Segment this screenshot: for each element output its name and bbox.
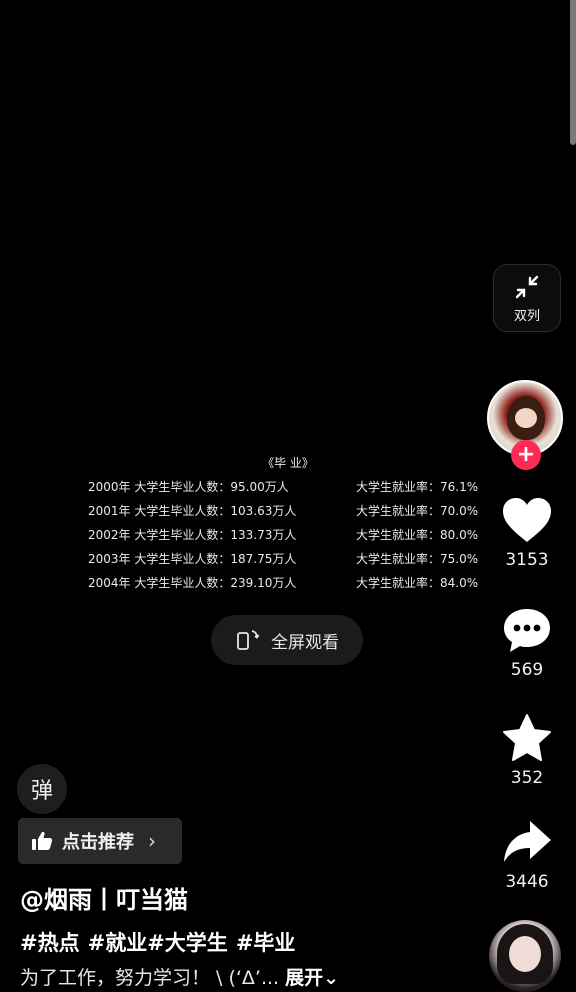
comment-count: 569 bbox=[510, 660, 544, 680]
comment-icon bbox=[504, 609, 550, 652]
danmu-label: 弹 bbox=[30, 779, 53, 804]
graduates-text: 2004年 大学生毕业人数：239.10万人 bbox=[88, 576, 297, 590]
heart-icon bbox=[503, 498, 551, 542]
share-count: 3446 bbox=[505, 872, 549, 892]
video-row: 2000年 大学生毕业人数：95.00万人 大学生就业率：76.1% bbox=[88, 478, 498, 498]
expand-button[interactable]: 展开⌄ bbox=[285, 967, 339, 989]
video-row: 2002年 大学生毕业人数：133.73万人 大学生就业率：80.0% bbox=[88, 526, 498, 546]
like-button[interactable]: 3153 bbox=[496, 494, 558, 570]
share-arrow-icon bbox=[504, 821, 551, 862]
author-name[interactable]: @烟雨丨叮当猫 bbox=[20, 880, 188, 915]
comment-button[interactable]: 569 bbox=[496, 604, 558, 680]
hashtags: #热点 #就业#大学生 #毕业 bbox=[20, 927, 303, 957]
like-count: 3153 bbox=[505, 550, 549, 570]
hashtag[interactable]: #就业#大学生 bbox=[88, 931, 228, 955]
employment-text: 大学生就业率：80.0% bbox=[356, 528, 479, 542]
fullscreen-button[interactable]: 全屏观看 bbox=[211, 615, 363, 665]
dual-column-label: 双列 bbox=[513, 308, 540, 324]
recommend-button[interactable]: 点击推荐 › bbox=[18, 818, 182, 864]
employment-text: 大学生就业率：84.0% bbox=[356, 576, 479, 590]
graduates-text: 2001年 大学生毕业人数：103.63万人 bbox=[88, 504, 297, 518]
share-button[interactable]: 3446 bbox=[496, 816, 558, 892]
graduates-text: 2002年 大学生毕业人数：133.73万人 bbox=[88, 528, 297, 542]
danmu-toggle-button[interactable]: 弹 bbox=[17, 764, 67, 814]
favorite-count: 352 bbox=[510, 768, 544, 788]
employment-text: 大学生就业率：70.0% bbox=[356, 504, 479, 518]
graduates-text: 2000年 大学生毕业人数：95.00万人 bbox=[88, 480, 289, 494]
video-row: 2001年 大学生毕业人数：103.63万人 大学生就业率：70.0% bbox=[88, 502, 498, 522]
employment-text: 大学生就业率：76.1% bbox=[356, 480, 479, 494]
video-row: 2004年 大学生毕业人数：239.10万人 大学生就业率：84.0% bbox=[88, 574, 498, 594]
follow-button[interactable]: + bbox=[511, 440, 541, 470]
fullscreen-rotate-icon bbox=[237, 630, 260, 650]
hashtag[interactable]: #毕业 bbox=[236, 931, 296, 955]
favorite-button[interactable]: 352 bbox=[496, 712, 558, 788]
employment-text: 大学生就业率：75.0% bbox=[356, 552, 479, 566]
recommend-label: 点击推荐 bbox=[62, 832, 134, 853]
hashtag[interactable]: #热点 bbox=[20, 931, 80, 955]
music-disc-avatar[interactable] bbox=[489, 920, 561, 992]
video-row: 2003年 大学生毕业人数：187.75万人 大学生就业率：75.0% bbox=[88, 550, 498, 570]
video-description: 为了工作，努力学习！ \ (‘Δ’... 展开⌄ bbox=[20, 963, 339, 990]
video-title: 《毕 业》 bbox=[262, 456, 314, 470]
thumbs-up-icon bbox=[32, 831, 53, 850]
chevron-right-icon: › bbox=[148, 829, 156, 853]
star-icon bbox=[503, 714, 551, 761]
dual-column-button[interactable]: 双列 bbox=[493, 264, 561, 332]
fullscreen-label: 全屏观看 bbox=[271, 632, 339, 653]
collapse-arrows-icon bbox=[515, 275, 539, 298]
description-text: 为了工作，努力学习！ \ (‘Δ’... bbox=[20, 967, 280, 989]
graduates-text: 2003年 大学生毕业人数：187.75万人 bbox=[88, 552, 297, 566]
